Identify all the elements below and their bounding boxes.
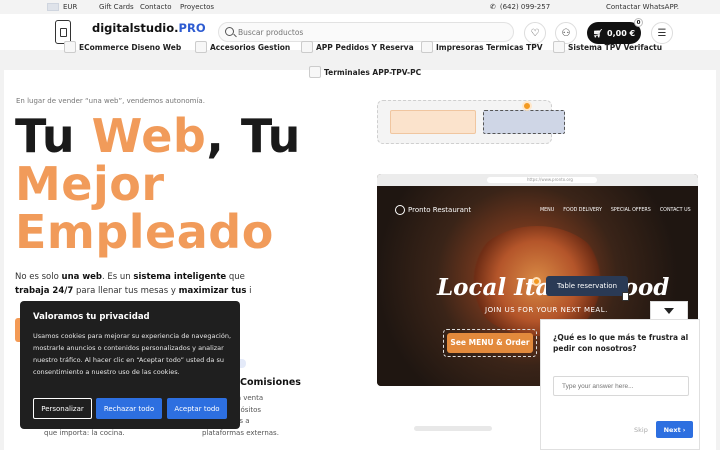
restaurant-logo: Pronto Restaurant (395, 205, 471, 215)
text-bold: trabaja 24/7 (15, 286, 74, 296)
text: . Es un (102, 272, 134, 282)
flag-icon[interactable] (47, 3, 59, 11)
hero-title-line2: Mejor (15, 157, 165, 211)
hamburger-icon: ☰ (657, 27, 667, 39)
category-ecommerce[interactable]: ECommerce Diseno Web (64, 41, 181, 53)
category-icon (195, 41, 207, 53)
heart-icon: ♡ (530, 27, 540, 39)
arrow-right-icon: › (682, 425, 686, 434)
hero-title-part: , Tu (206, 109, 301, 163)
logo-icon (395, 205, 405, 215)
hero-eyebrow: En lugar de vender “una web”, vendemos a… (16, 97, 205, 105)
logo-main: digitalstudio. (92, 21, 179, 35)
link-proyectos[interactable]: Proyectos (180, 3, 214, 11)
logo[interactable]: digitalstudio.PRO (92, 21, 206, 35)
link-contacto[interactable]: Contacto (140, 3, 172, 11)
nav-item: SPECIAL OFFERS (610, 208, 651, 213)
address-bar: https://www.pronto.org (487, 177, 597, 183)
cart-icon: 🛒︎ (592, 28, 604, 38)
category-icon (553, 41, 565, 53)
skip-button[interactable]: Skip (634, 426, 648, 434)
text-bold: maximizar tus (178, 286, 247, 296)
category-label: ECommerce Diseno Web (79, 42, 182, 52)
text: para llenar tus mesas y (73, 286, 179, 296)
category-icon (64, 41, 76, 53)
search-box[interactable] (218, 22, 514, 42)
category-app-pedidos[interactable]: APP Pedidos Y Reserva (301, 41, 414, 53)
cookie-text: Usamos cookies para mejorar su experienc… (33, 332, 232, 376)
category-label: Accesorios Gestion (210, 42, 291, 52)
cursor-icon (622, 292, 629, 301)
cookie-banner: Valoramos tu privacidad Usamos cookies p… (20, 301, 240, 429)
text: No es solo (15, 272, 62, 282)
nav-item: FOOD DELIVERY (563, 208, 602, 213)
handle-dot (532, 277, 541, 286)
currency-selector[interactable]: EUR (63, 3, 77, 11)
nav-item: MENU (540, 208, 555, 213)
category-tpv-verifactu[interactable]: Sistema TPV Verifactu (553, 41, 662, 53)
survey-widget: ¿Qué es lo que más te frustra al pedir c… (540, 319, 700, 450)
search-input[interactable] (238, 26, 498, 39)
category-terminales[interactable]: Terminales APP-TPV-PC (309, 66, 421, 78)
chevron-down-icon (664, 307, 674, 314)
survey-question: ¿Qué es lo que más te frustra al pedir c… (553, 333, 689, 353)
text: que (226, 272, 245, 282)
mockup-block-selected (483, 110, 565, 134)
phone-icon: ✆ (490, 3, 496, 11)
hero-title-highlight: Web (91, 109, 207, 163)
phone-link[interactable]: ✆ (642) 099-257 (490, 3, 550, 11)
cart-count-badge: 0 (634, 18, 643, 27)
phone-number: (642) 099-257 (499, 3, 551, 11)
preview-subline: JOIN US FOR YOUR NEXT MEAL. (485, 306, 608, 314)
cookie-title: Valoramos tu privacidad (33, 312, 150, 322)
category-label: Terminales APP-TPV-PC (324, 67, 422, 77)
restaurant-nav: MENU FOOD DELIVERY SPECIAL OFFERS CONTAC… (540, 208, 691, 213)
next-label: Next (663, 425, 681, 434)
scroll-indicator (414, 426, 492, 431)
category-icon (309, 66, 321, 78)
survey-answer-input[interactable] (553, 376, 689, 396)
feature-text: que importa: la cocina. (44, 429, 125, 437)
category-label: Sistema TPV Verifactu (568, 42, 663, 52)
category-accesorios[interactable]: Accesorios Gestion (195, 41, 290, 53)
search-icon[interactable] (225, 27, 234, 36)
nav-item: CONTACT US (659, 208, 691, 213)
text-bold: sistema inteligente (133, 272, 227, 282)
text-bold: una web (61, 272, 103, 282)
category-icon (301, 41, 313, 53)
category-icon (421, 41, 433, 53)
hero-title-part: Tu (15, 109, 92, 163)
top-bar: EUR Gift Cards Contacto Proyectos ✆ (642… (0, 0, 720, 14)
text: i (246, 286, 252, 296)
preview-menu-button: See MENU & Order (443, 329, 537, 357)
logo-accent: PRO (178, 21, 206, 35)
browser-chrome: https://www.pronto.org (377, 174, 698, 186)
category-label: APP Pedidos Y Reserva (316, 42, 414, 52)
feature-title-comisiones: Comisiones (240, 377, 301, 388)
preview-menu-label: See MENU & Order (447, 333, 533, 353)
hero-description: No es solo una web. Es un sistema inteli… (15, 270, 255, 298)
hero-title: Tu Web, Tu Mejor Empleado (15, 112, 301, 256)
cart-total: 0,00 € (607, 28, 636, 38)
customize-button[interactable]: Personalizar (33, 398, 92, 419)
next-button[interactable]: Next › (656, 421, 693, 438)
hero-title-line3: Empleado (15, 205, 274, 259)
handle-dot (522, 101, 532, 111)
table-reservation-tooltip: Table reservation (546, 276, 628, 296)
user-icon: ⚇ (561, 27, 571, 39)
whatsapp-link[interactable]: Contactar WhatsAPP. (606, 3, 679, 11)
link-gift-cards[interactable]: Gift Cards (99, 3, 134, 11)
category-label: Impresoras Termicas TPV (436, 42, 543, 52)
builder-mockup (377, 100, 565, 144)
category-nav: ECommerce Diseno Web Accesorios Gestion … (0, 40, 720, 84)
category-impresoras[interactable]: Impresoras Termicas TPV (421, 41, 543, 53)
reject-all-button[interactable]: Rechazar todo (96, 398, 162, 419)
survey-collapse-button[interactable] (650, 301, 688, 319)
restaurant-name: Pronto Restaurant (408, 206, 472, 214)
mockup-block (390, 110, 476, 134)
accept-all-button[interactable]: Aceptar todo (167, 398, 227, 419)
